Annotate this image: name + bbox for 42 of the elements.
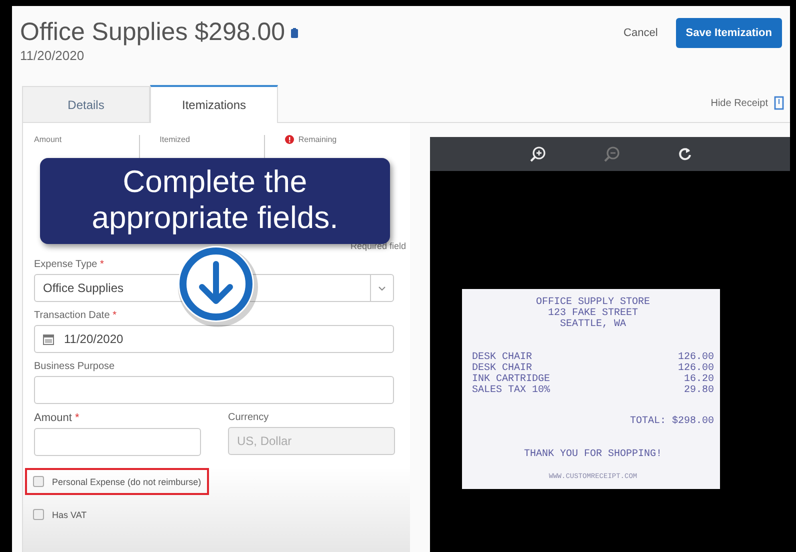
field-label: Transaction Date *	[34, 310, 118, 321]
hide-receipt-link[interactable]: Hide Receipt	[710, 98, 768, 108]
business-purpose-field[interactable]	[34, 376, 394, 404]
summary-label: Itemized	[160, 135, 190, 144]
cancel-link[interactable]: Cancel	[624, 27, 658, 39]
store-line: OFFICE SUPPLY STORE	[534, 297, 652, 308]
receipt-total: TOTAL: $298.00	[628, 416, 714, 427]
zoom-out-icon[interactable]	[604, 146, 620, 162]
field-label: Amount *	[34, 412, 80, 424]
checkbox[interactable]	[33, 476, 44, 487]
instruction-callout: Complete the appropriate fields.	[40, 158, 390, 244]
item-name: INK CARTRIDGE	[472, 374, 550, 385]
item-price: 16.20	[684, 374, 714, 385]
item-price: 126.00	[678, 363, 714, 374]
summary-label: Remaining	[298, 135, 337, 144]
required-note: Required field	[349, 241, 406, 251]
tab[interactable]: Itemizations	[150, 85, 278, 123]
calendar-icon	[43, 334, 54, 344]
checkbox-label: Personal Expense (do not reimburse)	[52, 476, 202, 486]
checkbox[interactable]	[33, 509, 44, 520]
field-label: Business Purpose	[34, 361, 116, 372]
thanks-line: THANK YOU FOR SHOPPING!	[522, 449, 664, 460]
summary-label: Amount	[34, 135, 62, 144]
field-label: Currency	[228, 412, 270, 423]
item-name: SALES TAX 10%	[472, 385, 550, 396]
amount-field[interactable]	[34, 428, 201, 456]
date-field[interactable]: 11/20/2020	[34, 325, 394, 353]
chevron-icon	[378, 286, 386, 290]
rotate-icon[interactable]	[678, 147, 692, 161]
item-name: DESK CHAIR	[472, 352, 532, 363]
item-name: DESK CHAIR	[472, 363, 532, 374]
zoom-in-icon[interactable]	[530, 146, 546, 162]
store-line: SEATTLE, WA	[558, 319, 627, 330]
expense-title: Office Supplies $298.00	[20, 18, 286, 47]
tab[interactable]: Details	[22, 86, 150, 122]
save-button[interactable]: Save Itemization	[676, 18, 782, 48]
item-price: 29.80	[684, 385, 714, 396]
expense-date: 11/20/2020	[20, 48, 86, 63]
store-line: 123 FAKE STREET	[546, 308, 639, 319]
checkbox-label: Has VAT	[52, 510, 87, 520]
field-label: Expense Type *	[34, 259, 105, 270]
item-price: 126.00	[678, 352, 714, 363]
